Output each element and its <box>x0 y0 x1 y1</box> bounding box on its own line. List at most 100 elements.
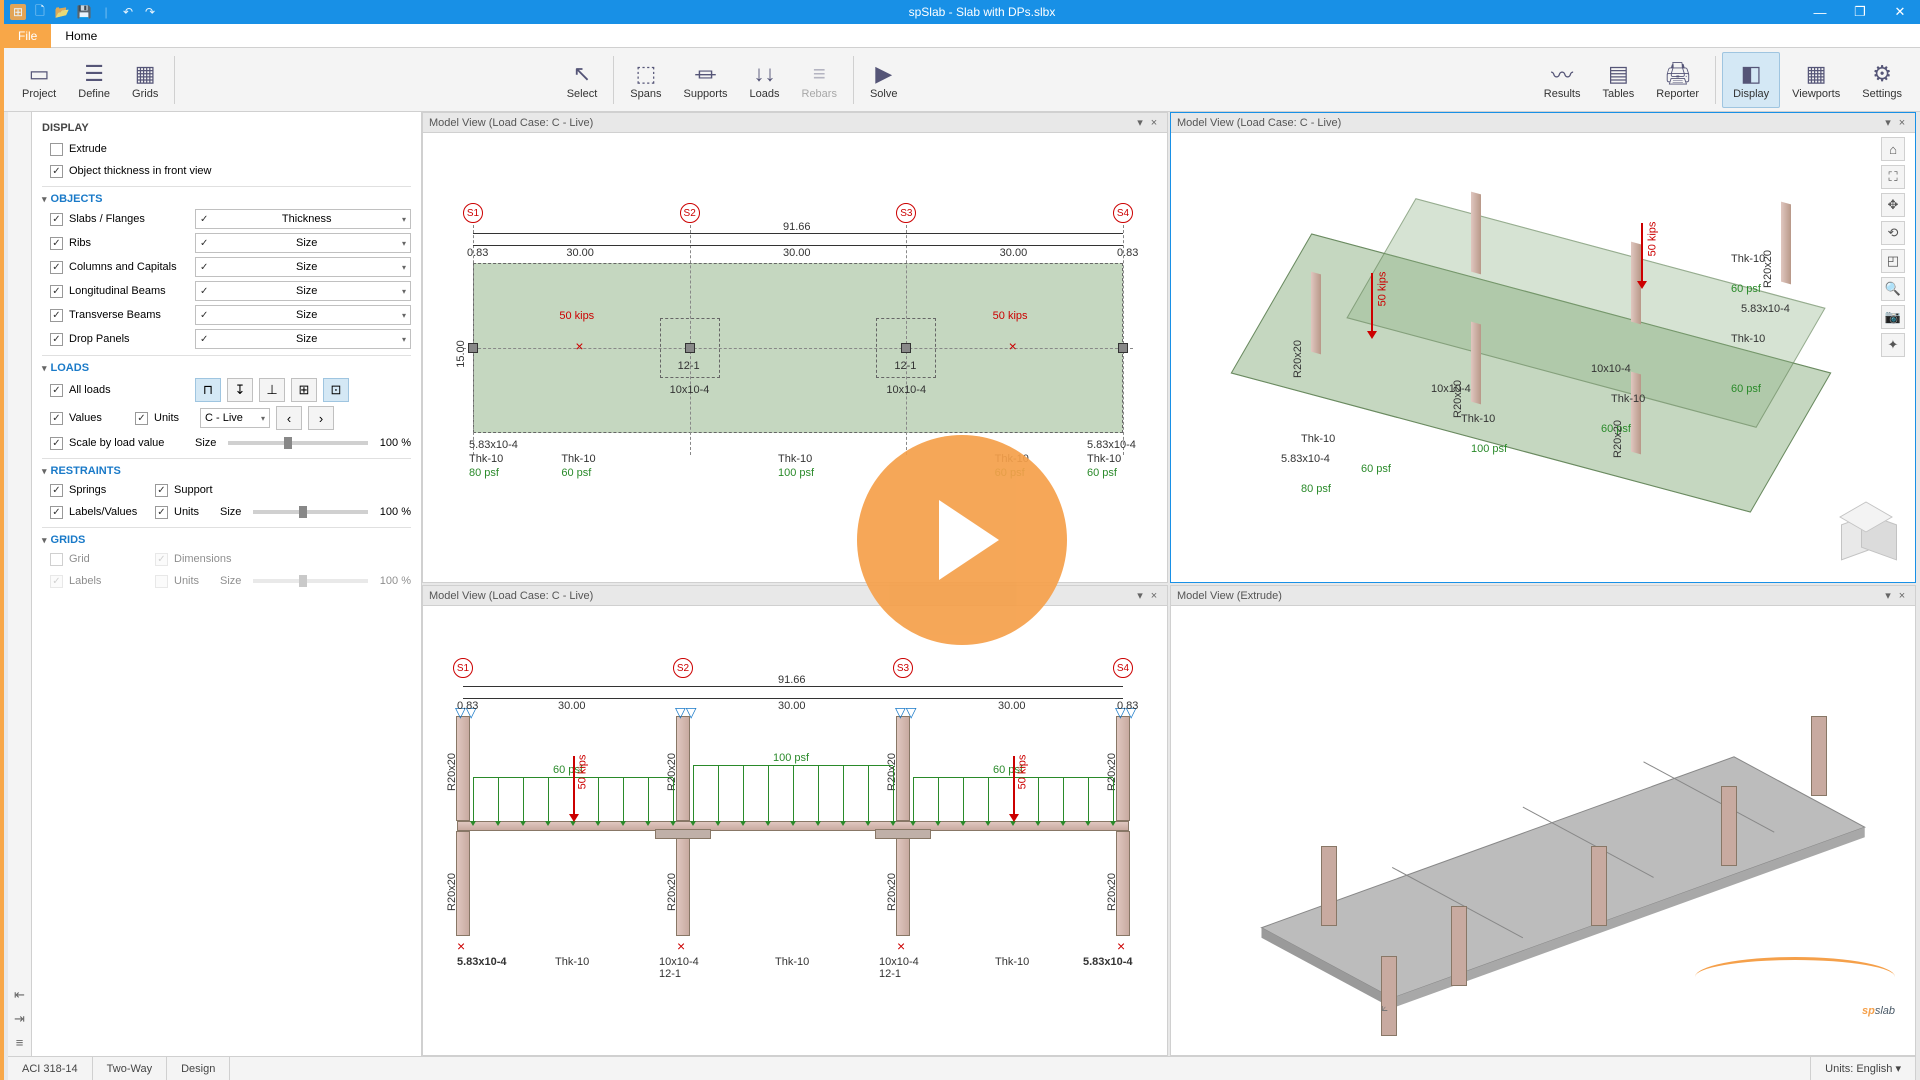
zoom-in-icon[interactable]: 🔍 <box>1881 277 1905 301</box>
title-bar: ⊞ 🗋 📂 💾 | ↶ ↷ spSlab - Slab with DPs.slb… <box>4 0 1920 24</box>
chk-glabels <box>50 575 63 588</box>
tab-file[interactable]: File <box>4 24 51 48</box>
view-cube[interactable] <box>1841 508 1895 562</box>
zoom-extent-icon[interactable]: ⛶ <box>1881 165 1905 189</box>
results-icon: 〰 <box>1551 60 1573 88</box>
sel-obj-0[interactable]: Thickness <box>195 209 411 229</box>
ribbon-tables[interactable]: ▤Tables <box>1592 52 1644 108</box>
hdr-loads[interactable]: LOADS <box>42 355 411 376</box>
chk-obj-1[interactable] <box>50 237 63 250</box>
project-icon: ▭ <box>29 60 50 88</box>
tab-home[interactable]: Home <box>51 24 111 48</box>
vp2-close-icon[interactable]: × <box>1895 117 1909 129</box>
ribbon-grids[interactable]: ▦Grids <box>122 52 168 108</box>
tables-icon: ▤ <box>1608 60 1629 88</box>
ribbon-settings[interactable]: ⚙Settings <box>1852 52 1912 108</box>
axes-icon[interactable]: ✦ <box>1881 333 1905 357</box>
chk-labvals[interactable] <box>50 506 63 519</box>
sel-loadcase[interactable]: C - Live <box>200 408 270 428</box>
sel-obj-5[interactable]: Size <box>195 329 411 349</box>
vp1-close-icon[interactable]: × <box>1147 117 1161 129</box>
save-icon[interactable]: 💾 <box>76 4 92 20</box>
chk-obj-3[interactable] <box>50 285 63 298</box>
chk-values[interactable] <box>50 412 63 425</box>
hdr-restraints[interactable]: RESTRAINTS <box>42 458 411 479</box>
sel-obj-1[interactable]: Size <box>195 233 411 253</box>
rotate-icon[interactable]: ⟲ <box>1881 221 1905 245</box>
load-vis-4[interactable]: ⊞ <box>291 378 317 402</box>
sel-obj-4[interactable]: Size <box>195 305 411 325</box>
chk-support[interactable] <box>155 484 168 497</box>
vp2-menu-icon[interactable]: ▾ <box>1881 116 1895 129</box>
redo-icon[interactable]: ↷ <box>142 4 158 20</box>
vp3-menu-icon[interactable]: ▾ <box>1133 589 1147 602</box>
play-button[interactable] <box>857 435 1067 645</box>
ribbon-loads[interactable]: ↓↓Loads <box>740 52 790 108</box>
hdr-objects[interactable]: OBJECTS <box>42 186 411 207</box>
ribbon-select[interactable]: ↖Select <box>557 52 608 108</box>
vp4-menu-icon[interactable]: ▾ <box>1881 589 1895 602</box>
chk-runits[interactable] <box>155 506 168 519</box>
minimize-button[interactable]: — <box>1800 0 1840 24</box>
close-button[interactable]: ✕ <box>1880 0 1920 24</box>
open-icon[interactable]: 📂 <box>54 4 70 20</box>
ribbon-display[interactable]: ◧Display <box>1722 52 1780 108</box>
load-vis-3[interactable]: ⊥ <box>259 378 285 402</box>
camera-icon[interactable]: 📷 <box>1881 305 1905 329</box>
solve-icon: ▶ <box>875 60 892 88</box>
vp1-menu-icon[interactable]: ▾ <box>1133 116 1147 129</box>
slider-loadsize[interactable] <box>228 441 367 445</box>
status-mode: Design <box>167 1057 230 1080</box>
ribbon-solve[interactable]: ▶Solve <box>860 52 908 108</box>
viewport-2[interactable]: Model View (Load Case: C - Live)▾× 50 ki… <box>1170 112 1916 583</box>
ribbon-results[interactable]: 〰Results <box>1534 52 1591 108</box>
ribbon-reporter[interactable]: 🖨Reporter <box>1646 52 1709 108</box>
hdr-grids[interactable]: GRIDS <box>42 527 411 548</box>
vp3-close-icon[interactable]: × <box>1147 590 1161 602</box>
viewport-4[interactable]: Model View (Extrude)▾× spslab ⟀ <box>1170 585 1916 1056</box>
maximize-button[interactable]: ❐ <box>1840 0 1880 24</box>
ribbon-rebars[interactable]: ≡Rebars <box>792 52 847 108</box>
ribbon-supports[interactable]: ⏛Supports <box>673 52 737 108</box>
chk-grid[interactable] <box>50 553 63 566</box>
load-vis-5[interactable]: ⊡ <box>323 378 349 402</box>
rebars-icon: ≡ <box>813 60 826 88</box>
sel-obj-3[interactable]: Size <box>195 281 411 301</box>
chk-units[interactable] <box>135 412 148 425</box>
vp4-close-icon[interactable]: × <box>1895 590 1909 602</box>
chk-scale[interactable] <box>50 437 63 450</box>
status-units[interactable]: Units: English ▾ <box>1811 1057 1916 1080</box>
load-vis-1[interactable]: ⊓ <box>195 378 221 402</box>
home-view-icon[interactable]: ⌂ <box>1881 137 1905 161</box>
chk-obj-2[interactable] <box>50 261 63 274</box>
display-panel: DISPLAY Extrude Object thickness in fron… <box>32 112 422 1056</box>
rail-btn-3[interactable]: ⇤ <box>14 987 25 1003</box>
viewport-3[interactable]: Model View (Load Case: C - Live)▾× R20x2… <box>422 585 1168 1056</box>
vp4-title: Model View (Extrude) <box>1177 590 1282 602</box>
ribbon-viewports[interactable]: ▦Viewports <box>1782 52 1850 108</box>
product-logo: spslab <box>1862 975 1895 1025</box>
chk-extrude[interactable] <box>50 143 63 156</box>
chk-allloads[interactable] <box>50 384 63 397</box>
sel-obj-2[interactable]: Size <box>195 257 411 277</box>
chk-springs[interactable] <box>50 484 63 497</box>
zoom-window-icon[interactable]: ◰ <box>1881 249 1905 273</box>
window-title: spSlab - Slab with DPs.slbx <box>164 5 1800 19</box>
chk-objthick[interactable] <box>50 165 63 178</box>
load-vis-2[interactable]: ↧ <box>227 378 253 402</box>
chk-obj-0[interactable] <box>50 213 63 226</box>
load-prev[interactable]: ‹ <box>276 406 302 430</box>
undo-icon[interactable]: ↶ <box>120 4 136 20</box>
chk-obj-5[interactable] <box>50 333 63 346</box>
rail-btn-1[interactable]: ≡ <box>16 1035 24 1050</box>
ribbon-project[interactable]: ▭Project <box>12 52 66 108</box>
slider-restraint[interactable] <box>253 510 367 514</box>
ribbon-spans[interactable]: ⬚Spans <box>620 52 671 108</box>
new-icon[interactable]: 🗋 <box>32 4 48 20</box>
ribbon-define[interactable]: ☰Define <box>68 52 120 108</box>
rail-btn-2[interactable]: ⇥ <box>14 1011 25 1027</box>
load-next[interactable]: › <box>308 406 334 430</box>
pan-icon[interactable]: ✥ <box>1881 193 1905 217</box>
qat-sep: | <box>98 4 114 20</box>
chk-obj-4[interactable] <box>50 309 63 322</box>
